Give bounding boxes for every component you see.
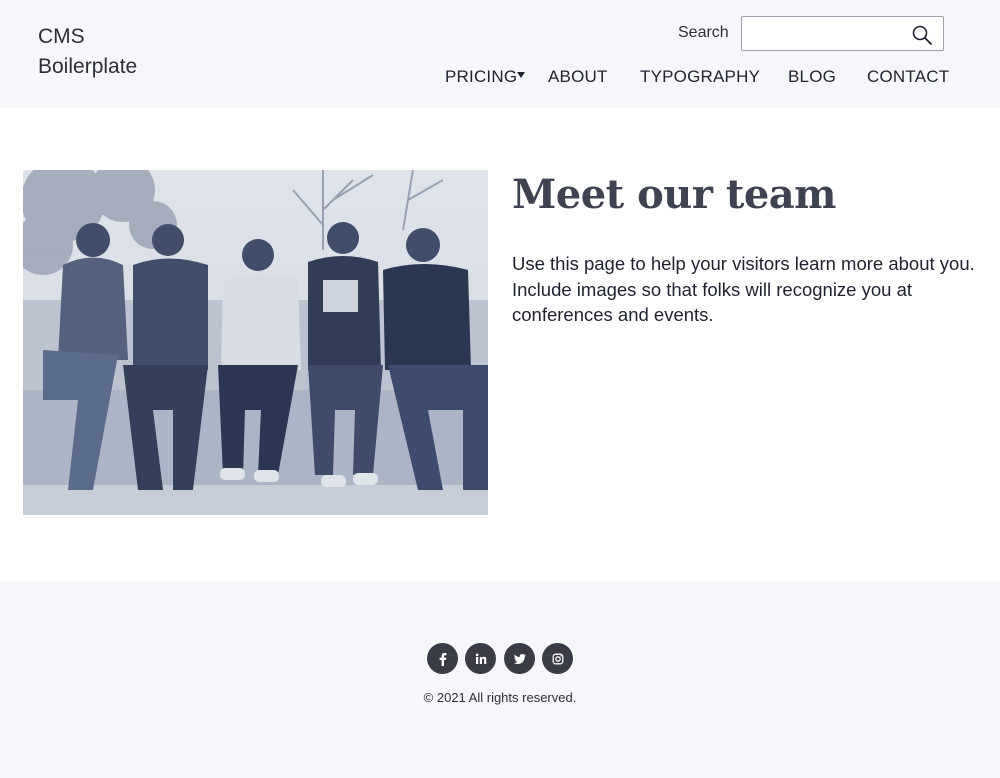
search-input[interactable] bbox=[742, 17, 902, 50]
facebook-icon[interactable] bbox=[427, 643, 458, 674]
main-nav: PRICING ABOUT TYPOGRAPHY BLOG CONTACT bbox=[0, 67, 1000, 91]
nav-item-pricing[interactable]: PRICING bbox=[445, 67, 517, 87]
instagram-icon[interactable] bbox=[542, 643, 573, 674]
linkedin-icon[interactable] bbox=[465, 643, 496, 674]
search-box[interactable] bbox=[741, 16, 944, 51]
pricing-dropdown-caret-icon[interactable] bbox=[517, 72, 525, 78]
nav-item-about[interactable]: ABOUT bbox=[548, 67, 608, 87]
nav-item-typography[interactable]: TYPOGRAPHY bbox=[640, 67, 760, 87]
team-photo bbox=[23, 170, 488, 515]
nav-item-blog[interactable]: BLOG bbox=[788, 67, 836, 87]
intro-paragraph: Use this page to help your visitors lear… bbox=[512, 253, 975, 325]
search-icon[interactable] bbox=[911, 24, 933, 46]
twitter-icon[interactable] bbox=[504, 643, 535, 674]
search-label: Search bbox=[678, 24, 729, 41]
nav-item-contact[interactable]: CONTACT bbox=[867, 67, 949, 87]
site-footer bbox=[0, 581, 1000, 778]
logo-line-1: CMS bbox=[38, 25, 85, 48]
page-headline: Meet our team bbox=[512, 171, 837, 218]
copyright-text: © 2021 All rights reserved. bbox=[423, 690, 577, 705]
